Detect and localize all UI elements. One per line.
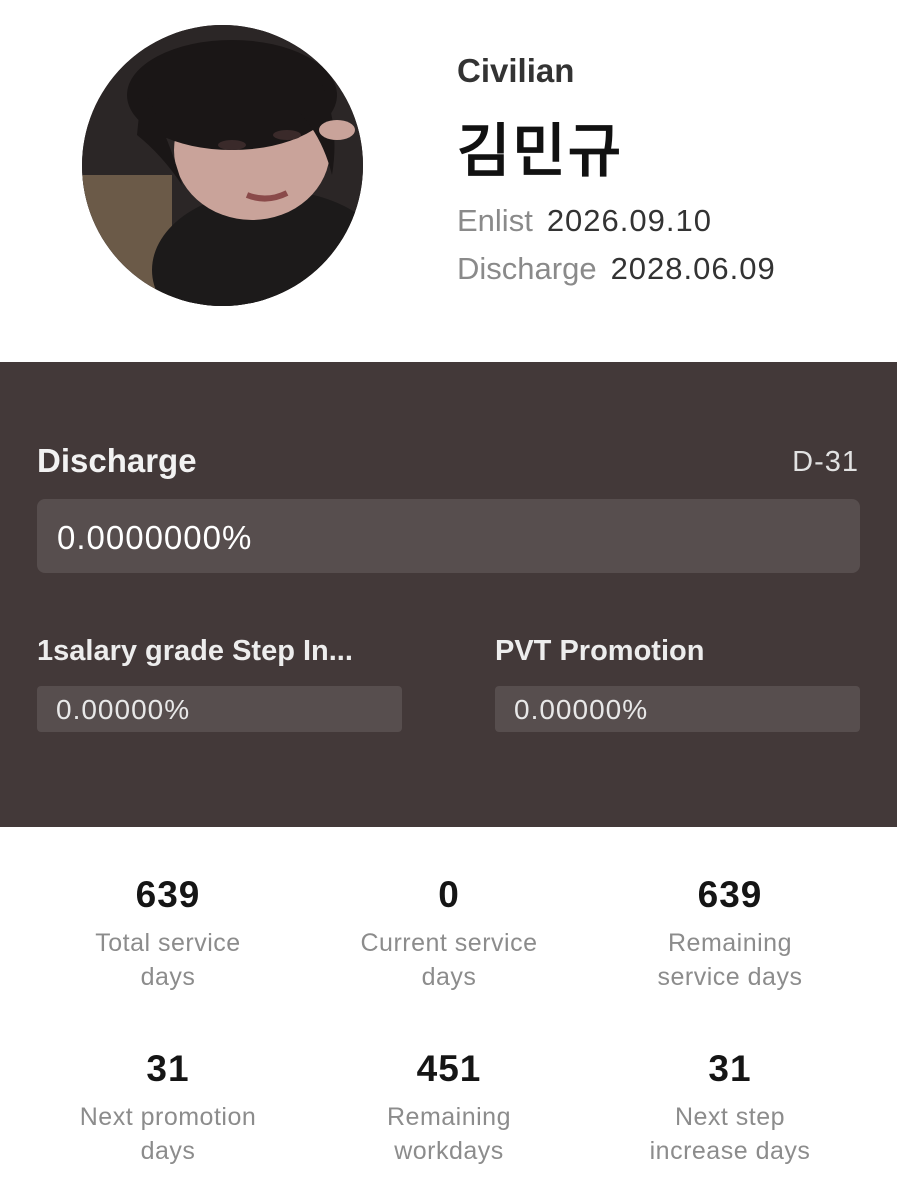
stat-caption: Next promotion days bbox=[79, 1103, 257, 1165]
discharge-progress-bar: 0.0000000% bbox=[37, 499, 860, 573]
progress-panel: Discharge D-31 0.0000000% 1salary grade … bbox=[0, 362, 897, 827]
stat-total-service-days: 639 Total service days bbox=[28, 874, 308, 994]
stat-next-promotion-days: 31 Next promotion days bbox=[28, 1048, 308, 1168]
user-name: 김민규 bbox=[457, 117, 624, 185]
stats-grid: 639 Total service days 0 Current service d… bbox=[0, 827, 897, 1200]
promotion-title: PVT Promotion bbox=[495, 635, 705, 667]
stat-caption: Remaining workdays bbox=[386, 1103, 511, 1165]
stat-remaining-workdays: 451 Remaining workdays bbox=[309, 1048, 589, 1168]
step-increase-title: 1salary grade Step In... bbox=[37, 635, 353, 667]
discharge-progress-title: Discharge bbox=[37, 442, 197, 479]
stat-value: 31 bbox=[146, 1048, 190, 1089]
step-increase-progress-text: 0.00000% bbox=[56, 694, 191, 725]
role-label: Civilian bbox=[457, 52, 575, 89]
stat-caption: Current service days bbox=[360, 929, 538, 991]
stat-caption: Total service days bbox=[95, 929, 241, 991]
stat-value: 0 bbox=[438, 874, 460, 915]
stat-next-step-increase-days: 31 Next step increase days bbox=[590, 1048, 870, 1168]
step-increase-progress-bar: 0.00000% bbox=[37, 686, 402, 732]
stat-value: 451 bbox=[416, 1048, 482, 1089]
avatar[interactable] bbox=[82, 25, 363, 306]
discharge-progress-text: 0.0000000% bbox=[57, 519, 253, 556]
discharge-date: 2028.06.09 bbox=[610, 251, 776, 286]
enlist-label: Enlist bbox=[457, 203, 533, 238]
profile-header: Civilian 김민규 Enlist 2026.09.10 Discharge 2… bbox=[0, 0, 897, 362]
stat-current-service-days: 0 Current service days bbox=[309, 874, 589, 994]
promotion-progress-text: 0.00000% bbox=[514, 694, 649, 725]
stat-value: 639 bbox=[135, 874, 201, 915]
discharge-row: Discharge 2028.06.09 bbox=[457, 251, 776, 287]
dday-counter: D-31 bbox=[792, 446, 859, 478]
stat-value: 31 bbox=[708, 1048, 752, 1089]
discharge-label: Discharge bbox=[457, 251, 597, 286]
enlist-row: Enlist 2026.09.10 bbox=[457, 203, 712, 239]
enlist-date: 2026.09.10 bbox=[546, 203, 712, 238]
stat-caption: Next step increase days bbox=[649, 1103, 811, 1165]
stat-remaining-service-days: 639 Remaining service days bbox=[590, 874, 870, 994]
stat-value: 639 bbox=[697, 874, 763, 915]
profile-photo bbox=[82, 25, 363, 306]
stat-caption: Remaining service days bbox=[657, 929, 803, 991]
promotion-progress-bar: 0.00000% bbox=[495, 686, 860, 732]
